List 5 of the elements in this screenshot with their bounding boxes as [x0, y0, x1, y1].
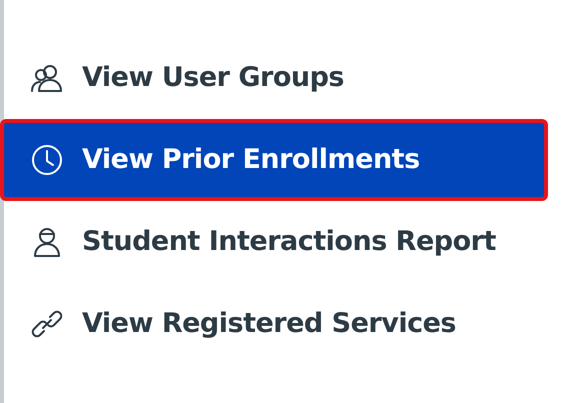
clock-icon	[30, 143, 64, 177]
menu-item[interactable]: Student Interactions Report	[0, 201, 548, 283]
menu-item[interactable]: View Registered Services	[0, 283, 548, 365]
menu-item[interactable]: View User Groups	[0, 37, 548, 119]
menu-item[interactable]: View Prior Enrollments	[0, 119, 548, 201]
